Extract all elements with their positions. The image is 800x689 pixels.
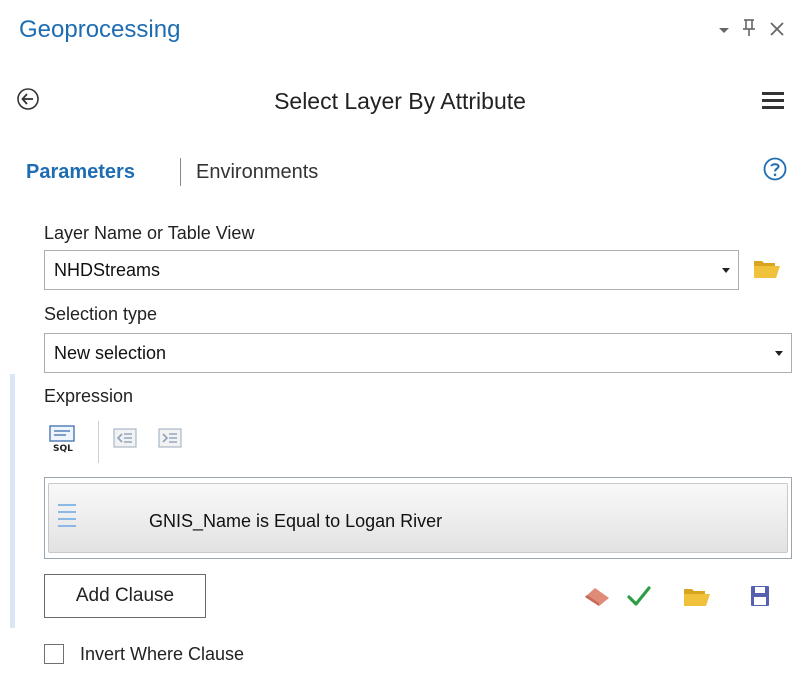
panel-title: Geoprocessing <box>19 16 181 43</box>
save-icon[interactable] <box>750 585 770 612</box>
browse-folder-icon[interactable] <box>753 258 781 285</box>
chevron-down-icon <box>722 268 730 273</box>
tab-environments[interactable]: Environments <box>196 161 318 184</box>
outdent-icon[interactable] <box>113 428 137 453</box>
invert-where-checkbox[interactable] <box>44 644 64 664</box>
tool-title: Select Layer By Attribute <box>274 88 526 114</box>
selection-type-label: Selection type <box>44 304 158 324</box>
invert-where-label: Invert Where Clause <box>80 644 245 664</box>
expression-label: Expression <box>44 386 134 406</box>
help-icon[interactable] <box>763 157 787 181</box>
tab-parameters[interactable]: Parameters <box>26 161 135 184</box>
add-clause-button[interactable]: Add Clause <box>44 574 206 618</box>
load-folder-icon[interactable] <box>683 586 711 613</box>
chevron-down-icon[interactable] <box>718 22 730 40</box>
indent-icon[interactable] <box>158 428 182 453</box>
layer-field-label: Layer Name or Table View <box>44 223 255 243</box>
clause-text: GNIS_Name is Equal to Logan River <box>149 511 443 531</box>
selection-type-value: New selection <box>54 343 167 363</box>
eraser-icon[interactable] <box>583 584 611 613</box>
selection-type-dropdown[interactable]: New selection <box>44 333 792 373</box>
sql-icon <box>49 425 75 442</box>
layer-dropdown[interactable]: NHDStreams <box>44 250 739 290</box>
close-icon[interactable] <box>768 20 786 41</box>
pin-icon[interactable] <box>741 18 757 41</box>
drag-handle-icon[interactable] <box>58 504 76 532</box>
sql-toggle-button[interactable]: SQL <box>46 425 80 461</box>
layer-dropdown-value: NHDStreams <box>54 260 161 280</box>
clause-row[interactable]: GNIS_Name is Equal to Logan River <box>48 483 788 553</box>
hamburger-menu-icon[interactable] <box>762 92 784 113</box>
expression-group-indicator <box>10 374 15 628</box>
clause-list: GNIS_Name is Equal to Logan River <box>44 477 792 559</box>
checkmark-icon[interactable] <box>627 585 651 612</box>
tab-divider <box>180 158 181 186</box>
sql-label: SQL <box>53 444 73 454</box>
chevron-down-icon <box>775 351 783 356</box>
toolbar-divider <box>98 421 99 463</box>
